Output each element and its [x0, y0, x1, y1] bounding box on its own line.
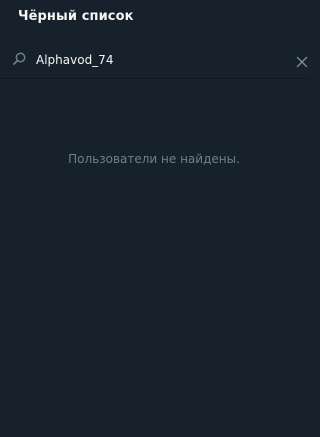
search-bar — [0, 42, 308, 78]
blacklist-panel: Чёрный список Пользователи не найдены. — [0, 0, 308, 437]
divider — [0, 78, 308, 79]
close-icon[interactable] — [296, 53, 308, 68]
search-input[interactable] — [36, 50, 286, 70]
empty-state-message: Пользователи не найдены. — [68, 152, 240, 166]
search-icon — [11, 51, 27, 67]
page-title: Чёрный список — [18, 9, 134, 24]
header: Чёрный список — [0, 0, 308, 38]
